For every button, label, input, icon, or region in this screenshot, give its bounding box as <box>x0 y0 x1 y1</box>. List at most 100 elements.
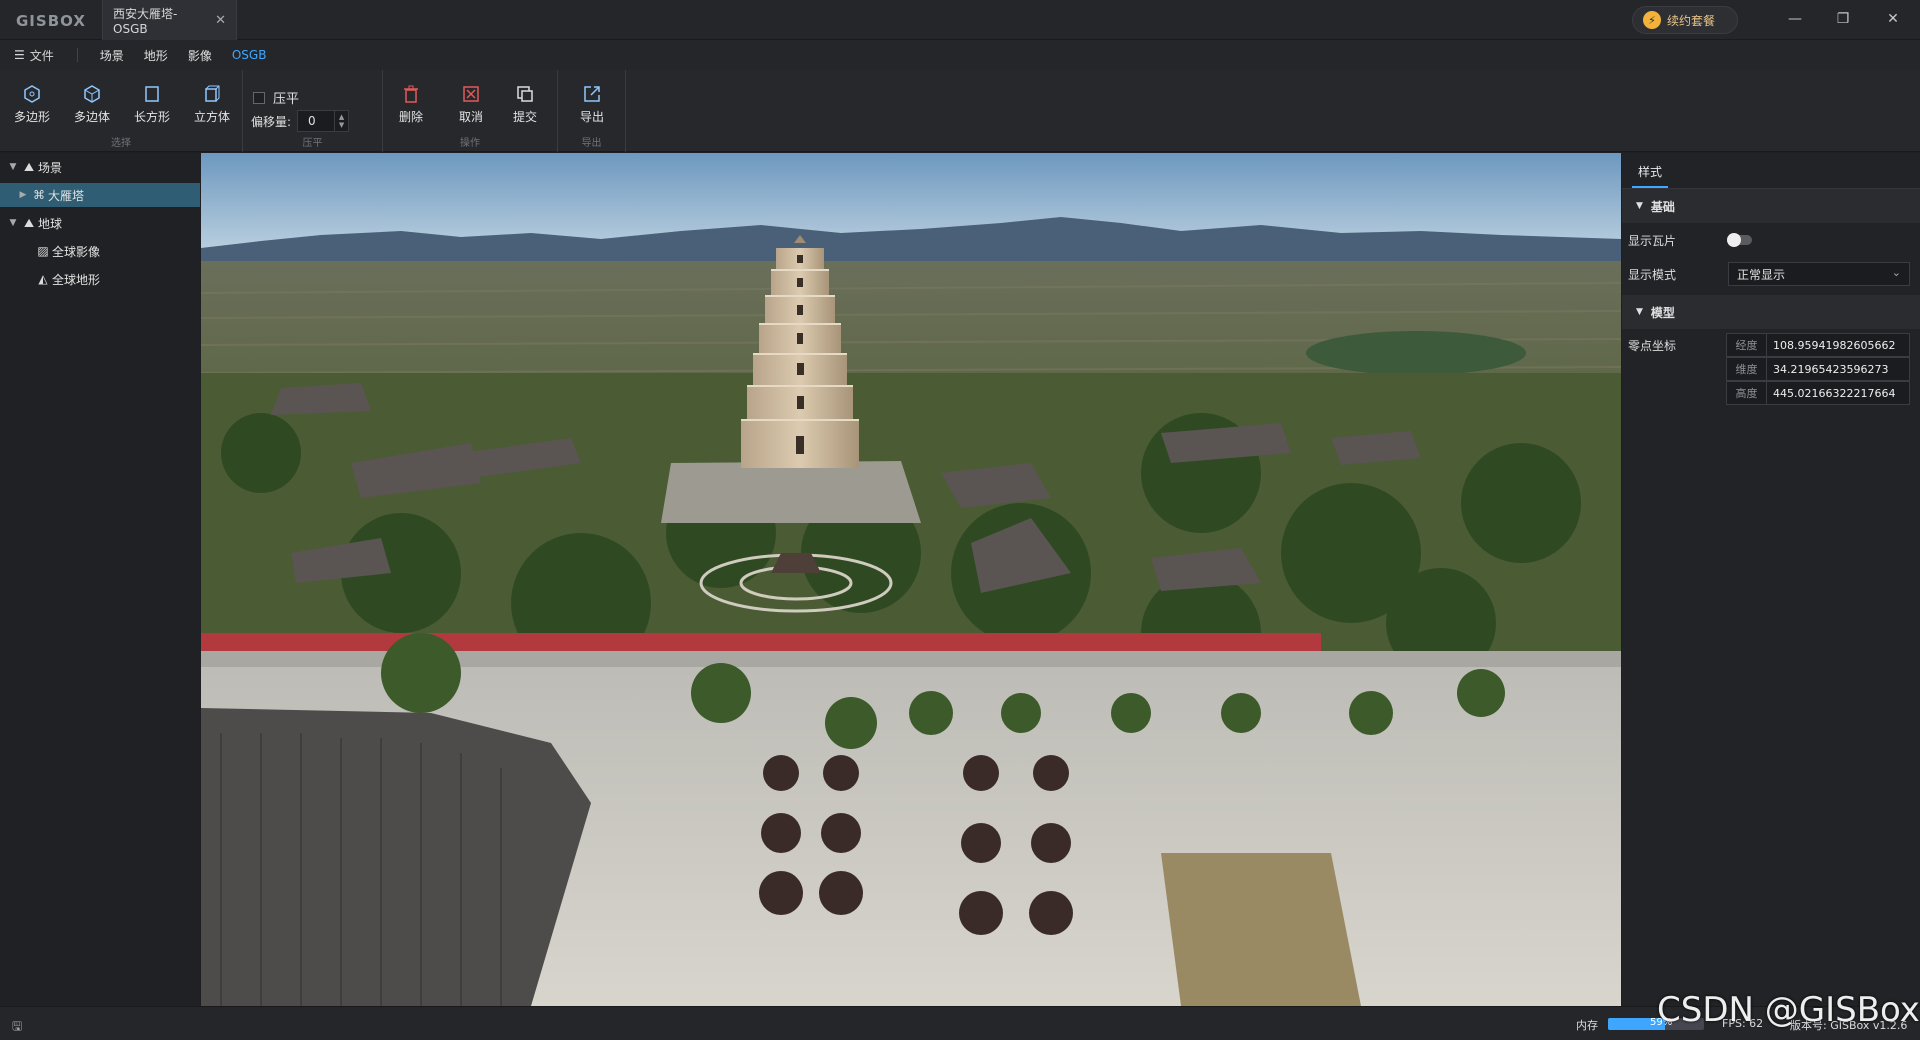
lake <box>1306 331 1526 375</box>
ops-group-title: 操作 <box>460 138 480 149</box>
menu-divider <box>76 48 78 62</box>
cube-label: 立方体 <box>193 110 230 124</box>
panel-tabs: 样式 <box>1622 153 1920 189</box>
longitude-field[interactable]: 经度 108.95941982605662 <box>1726 333 1910 357</box>
tree-node-earth[interactable]: ▼ ⛰ 地球 <box>0 211 200 235</box>
tab-style-underline <box>1632 186 1668 188</box>
origin-coordinates-row: 零点坐标 经度 108.95941982605662 维度 34.2196542… <box>1622 329 1920 409</box>
status-bar: 🖫 内存 59% FPS: 62 版本号: GISBox v1.2.6 <box>0 1006 1920 1040</box>
imagery-icon: ▨ <box>37 244 49 258</box>
altitude-value: 445.02166322217664 <box>1773 386 1896 400</box>
offset-stepper[interactable]: 0 ▲ ▼ <box>297 110 350 132</box>
show-tiles-toggle[interactable] <box>1727 233 1752 247</box>
display-mode-label: 显示模式 <box>1628 267 1677 282</box>
style-panel: 样式 ▼ 基础 显示瓦片 显示模式 正常显示 ⌄ ▼ 模型 零点坐标 经度 10… <box>1622 153 1920 1006</box>
rectangle-button[interactable]: 长方形 <box>126 84 178 125</box>
display-mode-row: 显示模式 正常显示 ⌄ <box>1622 257 1920 291</box>
cancel-icon <box>463 86 479 102</box>
offset-row: 偏移量: 0 ▲ ▼ <box>251 110 350 132</box>
renew-plan-label: 续约套餐 <box>1667 13 1716 28</box>
polyhedron-button[interactable]: 多边体 <box>66 84 118 125</box>
polygon-label: 多边形 <box>13 110 50 124</box>
cancel-button[interactable]: 取消 <box>445 84 497 125</box>
osgb-scene-render <box>201 153 1621 1006</box>
cube-icon <box>205 85 220 102</box>
caret-down-icon[interactable]: ▼ <box>6 218 20 228</box>
display-mode-value: 正常显示 <box>1737 267 1786 282</box>
origin-label: 零点坐标 <box>1628 339 1677 353</box>
tree-label-terrain: 全球地形 <box>52 272 101 287</box>
longitude-value: 108.95941982605662 <box>1773 338 1896 352</box>
export-group-title: 导出 <box>581 138 602 149</box>
section-basic[interactable]: ▼ 基础 <box>1622 189 1920 223</box>
submit-button[interactable]: 提交 <box>499 84 551 125</box>
tab-style[interactable]: 样式 <box>1638 163 1662 180</box>
delete-button[interactable]: 删除 <box>385 84 437 125</box>
delete-label: 删除 <box>398 110 423 124</box>
tree-label-dayanta: 大雁塔 <box>48 188 85 203</box>
menu-terrain[interactable]: 地形 <box>144 47 168 64</box>
coordinate-fields: 经度 108.95941982605662 维度 34.219654235962… <box>1726 333 1910 405</box>
document-tab[interactable]: 西安大雁塔-OSGB ✕ <box>102 0 237 40</box>
pagoda-courtyard <box>661 461 921 523</box>
submit-icon <box>517 86 533 102</box>
caret-down-icon: ▼ <box>1636 201 1643 211</box>
latitude-label: 维度 <box>1727 358 1767 380</box>
offset-label: 偏移量: <box>251 114 292 129</box>
tree-node-imagery[interactable]: ▨ 全球影像 <box>0 239 200 263</box>
menu-file[interactable]: ☰ 文件 <box>14 47 78 64</box>
minimize-icon[interactable]: — <box>1780 8 1810 30</box>
save-icon[interactable]: 🖫 <box>12 1017 22 1038</box>
polyhedron-icon <box>84 85 100 103</box>
menu-imagery[interactable]: 影像 <box>188 47 212 64</box>
trash-icon <box>404 85 418 103</box>
3d-viewport[interactable] <box>201 153 1621 1006</box>
caret-down-icon[interactable]: ▼ <box>6 162 20 172</box>
app-window: GISBOX 西安大雁塔-OSGB ✕ ⚡ 续约套餐 — ❐ ✕ ☰ 文件 场景… <box>0 0 1920 1040</box>
close-tab-icon[interactable]: ✕ <box>215 13 226 28</box>
tree-node-scene[interactable]: ▼ ⛰ 场景 <box>0 155 200 179</box>
foreground-temple-roof <box>201 708 591 1006</box>
title-bar: GISBOX 西安大雁塔-OSGB ✕ ⚡ 续约套餐 — ❐ ✕ <box>0 0 1920 40</box>
tree-node-dayanta[interactable]: ▶ ⌘ 大雁塔 <box>0 183 200 207</box>
renew-plan-button[interactable]: ⚡ 续约套餐 <box>1632 6 1738 34</box>
export-button[interactable]: 导出 <box>566 84 618 125</box>
ribbon-toolbar: 多边形 多边体 长方形 立方体 选择 压平 偏移量: 0 ▲ ▼ 压平 删除 取… <box>0 70 1920 152</box>
submit-label: 提交 <box>512 110 537 124</box>
model-icon: ⌘ <box>33 188 45 202</box>
export-group: 导出 导出 <box>558 70 626 152</box>
section-basic-label: 基础 <box>1650 199 1675 214</box>
menu-osgb[interactable]: OSGB <box>232 48 267 62</box>
close-window-icon[interactable]: ✕ <box>1878 8 1908 30</box>
polygon-button[interactable]: 多边形 <box>6 84 58 125</box>
caret-right-icon[interactable]: ▶ <box>16 190 30 200</box>
caret-down-icon: ▼ <box>1636 307 1643 317</box>
longitude-label: 经度 <box>1727 334 1767 356</box>
select-group-title: 选择 <box>111 138 131 149</box>
watermark: CSDN @GISBox <box>1657 990 1920 1030</box>
menu-scene[interactable]: 场景 <box>100 47 124 64</box>
rectangle-icon <box>145 86 159 102</box>
tree-node-terrain[interactable]: ◭ 全球地形 <box>0 267 200 291</box>
stepper-arrows-icon[interactable]: ▲ ▼ <box>334 111 348 131</box>
section-model[interactable]: ▼ 模型 <box>1622 295 1920 329</box>
lightning-icon: ⚡ <box>1643 11 1661 29</box>
select-group: 多边形 多边体 长方形 立方体 选择 <box>0 70 243 152</box>
dirt-lot <box>1161 853 1361 1006</box>
offset-value: 0 <box>308 114 316 128</box>
display-mode-select[interactable]: 正常显示 ⌄ <box>1728 262 1910 286</box>
flatten-group-title: 压平 <box>302 138 323 149</box>
section-model-label: 模型 <box>1650 305 1675 320</box>
altitude-field[interactable]: 高度 445.02166322217664 <box>1726 381 1910 405</box>
restore-icon[interactable]: ❐ <box>1828 8 1858 30</box>
latitude-field[interactable]: 维度 34.21965423596273 <box>1726 357 1910 381</box>
menu-file-label: 文件 <box>29 48 54 63</box>
menu-bar: ☰ 文件 场景 地形 影像 OSGB <box>0 40 1920 70</box>
cube-button[interactable]: 立方体 <box>186 84 238 125</box>
flatten-checkbox[interactable]: 压平 <box>253 88 299 107</box>
polyhedron-label: 多边体 <box>73 110 110 124</box>
flatten-group: 压平 偏移量: 0 ▲ ▼ 压平 <box>243 70 383 152</box>
tree-label-earth: 地球 <box>38 216 63 231</box>
tree-label-imagery: 全球影像 <box>52 244 101 259</box>
memory-label: 内存 <box>1576 1019 1598 1032</box>
